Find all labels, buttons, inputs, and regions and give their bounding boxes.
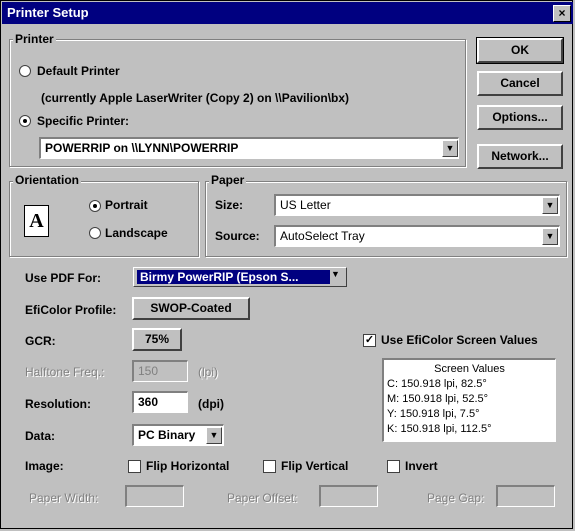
network-label: Network... — [491, 149, 549, 163]
eficolor-profile-button[interactable]: SWOP-Coated — [132, 297, 250, 320]
eficolor-screen-values-checkbox[interactable]: ✓ — [363, 334, 376, 347]
cancel-button[interactable]: Cancel — [477, 71, 563, 96]
specific-printer-select[interactable]: POWERRIP on \\LYNN\POWERRIP — [39, 137, 459, 159]
default-printer-description: (currently Apple LaserWriter (Copy 2) on… — [41, 91, 350, 105]
halftone-input[interactable]: 150 — [132, 360, 188, 382]
pdf-label: Use PDF For: — [25, 271, 102, 285]
default-printer-label[interactable]: Default Printer — [37, 64, 120, 78]
paper-size-value: US Letter — [280, 198, 331, 212]
chevron-down-icon[interactable]: ▼ — [206, 427, 222, 444]
printer-setup-dialog: Printer Setup × Printer Default Printer … — [0, 0, 573, 529]
image-label: Image: — [25, 459, 64, 473]
eficolor-profile-value: SWOP-Coated — [150, 301, 232, 315]
network-button[interactable]: Network... — [477, 144, 563, 169]
paper-size-label: Size: — [215, 198, 244, 212]
halftone-value: 150 — [138, 364, 159, 378]
paper-legend: Paper — [209, 173, 247, 187]
default-printer-radio[interactable] — [19, 65, 31, 77]
dialog-title: Printer Setup — [7, 5, 89, 20]
screen-values-row: Y: 150.918 lpi, 7.5° — [387, 408, 480, 420]
options-label: Options... — [492, 110, 548, 124]
gcr-button[interactable]: 75% — [132, 328, 182, 351]
screen-values-row: M: 150.918 lpi, 52.5° — [387, 393, 489, 405]
paper-source-label: Source: — [215, 229, 260, 243]
resolution-label: Resolution: — [25, 397, 91, 411]
page-gap-label: Page Gap: — [427, 491, 485, 505]
flip-vertical-label[interactable]: Flip Vertical — [281, 459, 348, 473]
eficolor-profile-label: EfiColor Profile: — [25, 303, 117, 317]
ok-button[interactable]: OK — [476, 37, 564, 64]
data-format-label: Data: — [25, 429, 56, 443]
screen-values-row: K: 150.918 lpi, 112.5° — [387, 423, 492, 435]
resolution-input[interactable]: 360 — [132, 391, 188, 413]
flip-horizontal-checkbox[interactable] — [128, 460, 141, 473]
printer-legend: Printer — [13, 32, 56, 46]
orientation-legend: Orientation — [13, 173, 82, 187]
gcr-label: GCR: — [25, 334, 56, 348]
chevron-down-icon: ▼ — [331, 269, 340, 279]
screen-values-row: C: 150.918 lpi, 82.5° — [387, 378, 487, 390]
halftone-unit: (lpi) — [198, 365, 218, 379]
screen-values-box: Screen Values C: 150.918 lpi, 82.5° M: 1… — [382, 358, 556, 442]
halftone-label: Halftone Freq.: — [25, 365, 105, 379]
pdf-value: Birmy PowerRIP (Epson S... — [137, 270, 330, 284]
paper-source-value: AutoSelect Tray — [280, 229, 365, 243]
portrait-radio[interactable] — [89, 200, 101, 212]
ok-label: OK — [511, 43, 529, 57]
chevron-down-icon[interactable]: ▼ — [442, 140, 458, 157]
paper-source-select[interactable]: AutoSelect Tray — [274, 225, 560, 247]
resolution-unit: (dpi) — [198, 397, 224, 411]
pdf-select[interactable]: Birmy PowerRIP (Epson S... ▼ — [133, 267, 347, 287]
specific-printer-label[interactable]: Specific Printer: — [37, 114, 129, 128]
paper-width-label: Paper Width: — [29, 491, 99, 505]
portrait-label[interactable]: Portrait — [105, 198, 148, 212]
specific-printer-radio[interactable] — [19, 115, 31, 127]
resolution-value: 360 — [138, 395, 159, 409]
paper-width-input[interactable] — [125, 485, 184, 507]
page-gap-input[interactable] — [496, 485, 555, 507]
chevron-down-icon[interactable]: ▼ — [542, 197, 558, 214]
eficolor-screen-values-label[interactable]: Use EfiColor Screen Values — [381, 333, 538, 347]
paper-size-select[interactable]: US Letter — [274, 194, 560, 216]
landscape-label[interactable]: Landscape — [105, 226, 168, 240]
invert-checkbox[interactable] — [387, 460, 400, 473]
data-format-value: PC Binary — [138, 428, 196, 442]
flip-horizontal-label[interactable]: Flip Horizontal — [146, 459, 229, 473]
options-button[interactable]: Options... — [477, 105, 563, 130]
portrait-page-icon: A — [24, 205, 49, 237]
chevron-down-icon[interactable]: ▼ — [542, 228, 558, 245]
invert-label[interactable]: Invert — [405, 459, 438, 473]
cancel-label: Cancel — [500, 76, 540, 90]
flip-vertical-checkbox[interactable] — [263, 460, 276, 473]
gcr-value: 75% — [144, 332, 170, 346]
screen-values-title: Screen Values — [434, 363, 505, 375]
paper-offset-label: Paper Offset: — [227, 491, 298, 505]
page-icon-letter: A — [29, 210, 44, 232]
paper-offset-input[interactable] — [319, 485, 378, 507]
landscape-radio[interactable] — [89, 227, 101, 239]
close-icon[interactable]: × — [553, 5, 571, 22]
title-bar: Printer Setup × — [2, 2, 573, 24]
specific-printer-value: POWERRIP on \\LYNN\POWERRIP — [45, 141, 239, 155]
